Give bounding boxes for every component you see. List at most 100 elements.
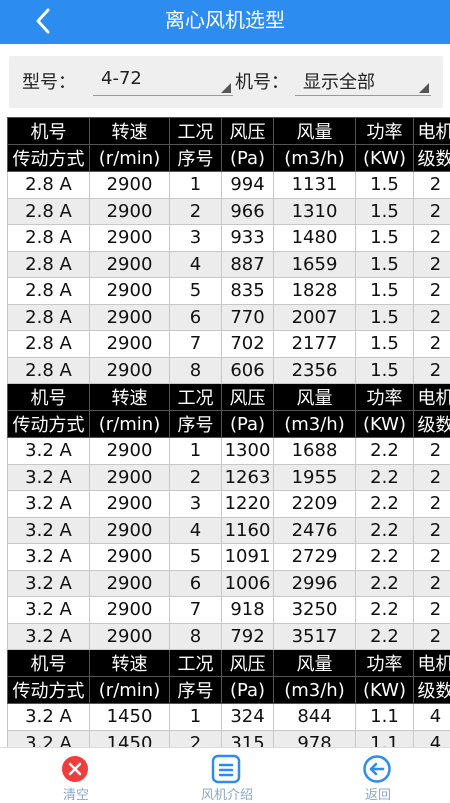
cell-pressure: 1160 [222, 517, 274, 544]
cell-machine-no: 3.2 A [8, 517, 90, 544]
header-cell-pressure: 风压 [222, 650, 274, 677]
cell-power: 1.5 [356, 357, 414, 384]
table-header-row: 机号转速工况风压风量功率电机 [8, 650, 450, 677]
header-cell-airflow: (m3/h) [274, 411, 356, 438]
machine-value: 显示全部 [303, 68, 375, 94]
clear-button[interactable]: 清空 [16, 748, 136, 801]
cell-speed: 2900 [90, 357, 170, 384]
return-button[interactable]: 返回 [318, 748, 438, 801]
cell-airflow: 844 [274, 704, 356, 731]
table-row[interactable]: 3.2 A29006100629962.22 [8, 570, 450, 597]
cell-power: 1.5 [356, 251, 414, 278]
cell-pressure: 835 [222, 278, 274, 305]
clear-label: 清空 [16, 784, 136, 803]
header-cell-speed: 转速 [90, 384, 170, 411]
list-icon [211, 754, 241, 784]
cell-speed: 2900 [90, 438, 170, 465]
table-row[interactable]: 3.2 A29003122022092.22 [8, 491, 450, 518]
header-cell-condition-no: 序号 [170, 677, 222, 704]
cell-pressure: 966 [222, 198, 274, 225]
cell-speed: 2900 [90, 278, 170, 305]
cell-condition-no: 6 [170, 304, 222, 331]
cell-machine-no: 2.8 A [8, 172, 90, 199]
header-cell-airflow: 风量 [274, 650, 356, 677]
table-row[interactable]: 2.8 A2900860623561.52 [8, 357, 450, 384]
cell-pressure: 606 [222, 357, 274, 384]
cell-condition-no: 8 [170, 357, 222, 384]
cell-speed: 1450 [90, 704, 170, 731]
table-row[interactable]: 3.2 A145023159781.14 [8, 730, 450, 747]
header-cell-machine-no: 传动方式 [8, 145, 90, 172]
table-row[interactable]: 3.2 A29004116024762.22 [8, 517, 450, 544]
dropdown-triangle-icon [221, 83, 231, 93]
header-cell-pressure: (Pa) [222, 411, 274, 438]
table-row[interactable]: 3.2 A2900879235172.22 [8, 623, 450, 650]
cell-speed: 2900 [90, 464, 170, 491]
cell-motor-poles: 2 [414, 331, 450, 358]
cell-machine-no: 2.8 A [8, 357, 90, 384]
table-row[interactable]: 2.8 A2900393314801.52 [8, 225, 450, 252]
table-row[interactable]: 2.8 A2900677020071.52 [8, 304, 450, 331]
cell-machine-no: 3.2 A [8, 464, 90, 491]
table-header-row: 传动方式(r/min)序号(Pa)(m3/h)(KW)级数 [8, 411, 450, 438]
cell-airflow: 978 [274, 730, 356, 747]
machine-select[interactable]: 显示全部 [295, 66, 431, 96]
bottom-toolbar: 清空 风机介绍 返回 [0, 747, 450, 801]
header-cell-airflow: (m3/h) [274, 677, 356, 704]
table-row[interactable]: 3.2 A29001130016882.22 [8, 438, 450, 465]
table-row[interactable]: 2.8 A2900296613101.52 [8, 198, 450, 225]
table-header-row: 机号转速工况风压风量功率电机 [8, 384, 450, 411]
cell-airflow: 2007 [274, 304, 356, 331]
table-row[interactable]: 3.2 A145013248441.14 [8, 704, 450, 731]
cell-speed: 2900 [90, 198, 170, 225]
model-select[interactable]: 4-72 [93, 66, 233, 96]
cell-condition-no: 2 [170, 464, 222, 491]
cell-machine-no: 2.8 A [8, 278, 90, 305]
header-cell-power: (KW) [356, 677, 414, 704]
cell-speed: 2900 [90, 491, 170, 518]
header-cell-pressure: (Pa) [222, 677, 274, 704]
cell-pressure: 702 [222, 331, 274, 358]
table-row[interactable]: 2.8 A2900583518281.52 [8, 278, 450, 305]
cell-motor-poles: 4 [414, 730, 450, 747]
cell-power: 2.2 [356, 517, 414, 544]
cell-pressure: 1263 [222, 464, 274, 491]
header-cell-power: 功率 [356, 384, 414, 411]
header-cell-machine-no: 机号 [8, 384, 90, 411]
cell-pressure: 315 [222, 730, 274, 747]
table-row[interactable]: 2.8 A2900770221771.52 [8, 331, 450, 358]
cell-condition-no: 4 [170, 517, 222, 544]
cell-power: 1.5 [356, 278, 414, 305]
cell-condition-no: 7 [170, 597, 222, 624]
cell-speed: 2900 [90, 304, 170, 331]
results-table-scroll[interactable]: 机号转速工况风压风量功率电机传动方式(r/min)序号(Pa)(m3/h)(KW… [7, 117, 450, 747]
cell-pressure: 994 [222, 172, 274, 199]
table-row[interactable]: 3.2 A29002126319552.22 [8, 464, 450, 491]
cell-pressure: 887 [222, 251, 274, 278]
header-cell-motor-poles: 电机 [414, 384, 450, 411]
filter-bar: 型号： 4-72 机号： 显示全部 [9, 56, 443, 108]
cell-airflow: 2476 [274, 517, 356, 544]
header-cell-machine-no: 机号 [8, 650, 90, 677]
model-value: 4-72 [101, 68, 142, 89]
cell-machine-no: 2.8 A [8, 304, 90, 331]
fan-intro-label: 风机介绍 [167, 784, 287, 803]
table-row[interactable]: 2.8 A2900199411311.52 [8, 172, 450, 199]
fan-intro-button[interactable]: 风机介绍 [167, 748, 287, 801]
cell-pressure: 1300 [222, 438, 274, 465]
cell-motor-poles: 2 [414, 198, 450, 225]
cell-condition-no: 3 [170, 225, 222, 252]
header-cell-speed: (r/min) [90, 411, 170, 438]
header-cell-motor-poles: 级数 [414, 677, 450, 704]
model-label: 型号： [22, 68, 76, 94]
header-cell-power: (KW) [356, 411, 414, 438]
cell-pressure: 1091 [222, 544, 274, 571]
header-cell-power: 功率 [356, 650, 414, 677]
cell-motor-poles: 2 [414, 172, 450, 199]
table-row[interactable]: 3.2 A29005109127292.22 [8, 544, 450, 571]
cell-motor-poles: 2 [414, 304, 450, 331]
cell-power: 2.2 [356, 570, 414, 597]
table-row[interactable]: 3.2 A2900791832502.22 [8, 597, 450, 624]
cell-power: 1.1 [356, 704, 414, 731]
table-row[interactable]: 2.8 A2900488716591.52 [8, 251, 450, 278]
